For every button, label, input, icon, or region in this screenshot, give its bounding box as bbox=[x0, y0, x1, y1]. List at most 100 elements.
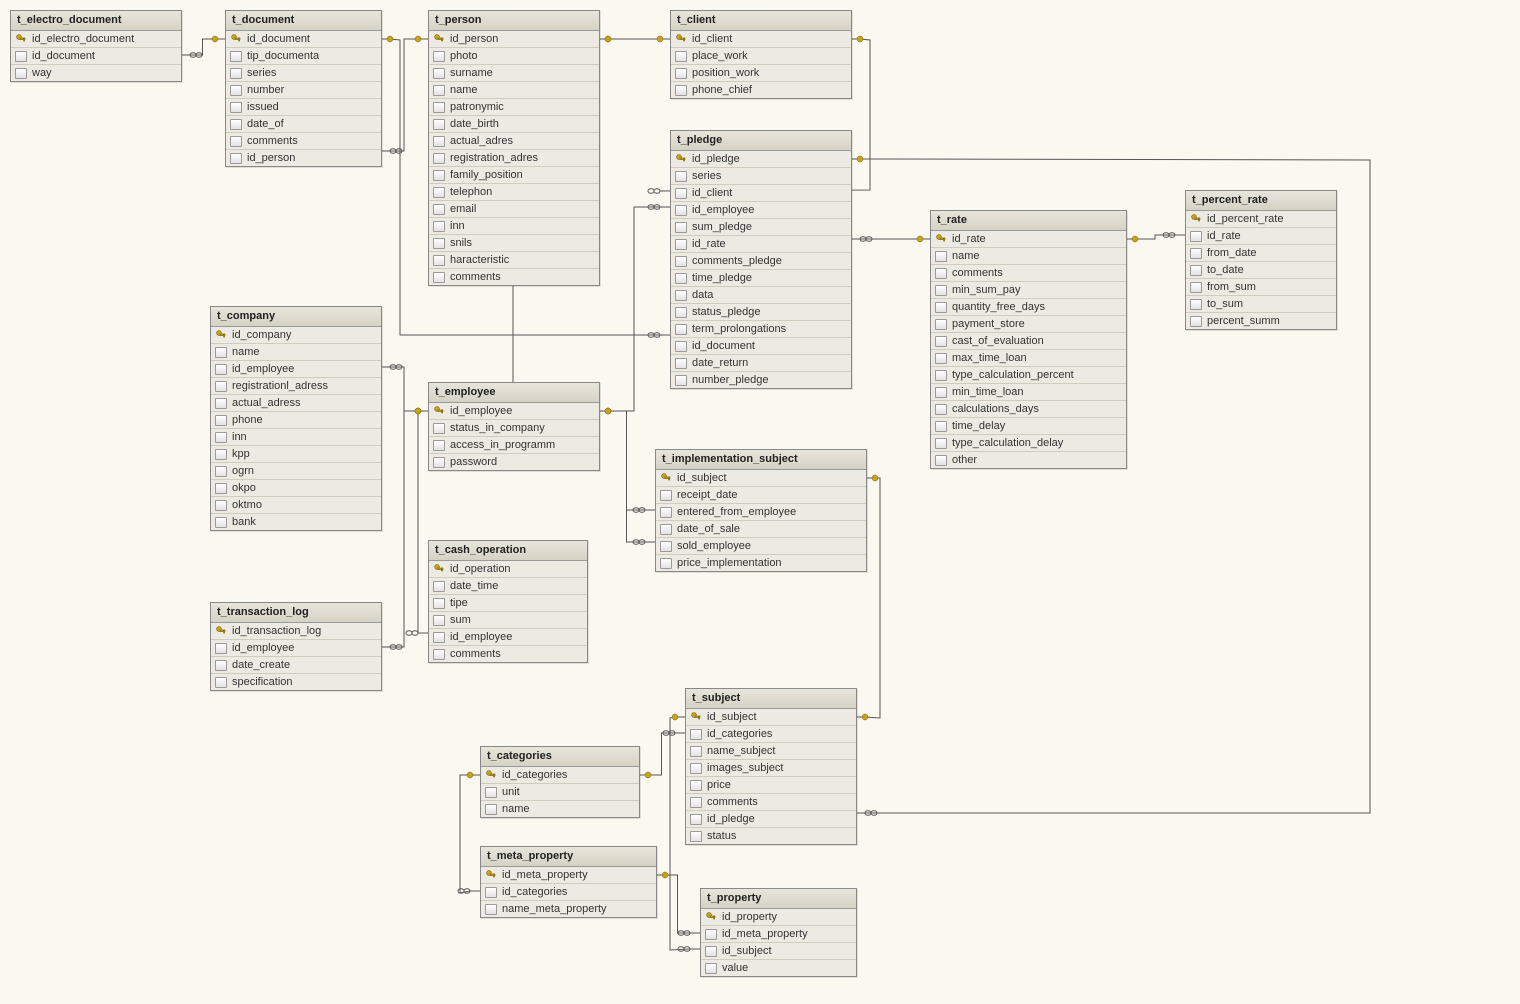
table-title[interactable]: t_subject bbox=[686, 689, 856, 709]
table-title[interactable]: t_categories bbox=[481, 747, 639, 767]
column-tip_documenta[interactable]: tip_documenta bbox=[226, 48, 381, 65]
column-bank[interactable]: bank bbox=[211, 514, 381, 530]
column-ogrn[interactable]: ogrn bbox=[211, 463, 381, 480]
column-time_pledge[interactable]: time_pledge bbox=[671, 270, 851, 287]
column-phone_chief[interactable]: phone_chief bbox=[671, 82, 851, 98]
column-id_client[interactable]: id_client bbox=[671, 185, 851, 202]
column-to_sum[interactable]: to_sum bbox=[1186, 296, 1336, 313]
column-id_rate[interactable]: id_rate bbox=[931, 231, 1126, 248]
column-id_pledge[interactable]: id_pledge bbox=[686, 811, 856, 828]
column-haracteristic[interactable]: haracteristic bbox=[429, 252, 599, 269]
table-t_property[interactable]: t_propertyid_propertyid_meta_propertyid_… bbox=[700, 888, 857, 977]
column-id_client[interactable]: id_client bbox=[671, 31, 851, 48]
table-t_pledge[interactable]: t_pledgeid_pledgeseriesid_clientid_emplo… bbox=[670, 130, 852, 389]
column-term_prolongations[interactable]: term_prolongations bbox=[671, 321, 851, 338]
column-id_operation[interactable]: id_operation bbox=[429, 561, 587, 578]
column-date_of[interactable]: date_of bbox=[226, 116, 381, 133]
column-images_subject[interactable]: images_subject bbox=[686, 760, 856, 777]
column-id_subject[interactable]: id_subject bbox=[656, 470, 866, 487]
table-title[interactable]: t_meta_property bbox=[481, 847, 656, 867]
column-id_document[interactable]: id_document bbox=[671, 338, 851, 355]
table-title[interactable]: t_pledge bbox=[671, 131, 851, 151]
column-inn[interactable]: inn bbox=[211, 429, 381, 446]
column-id_meta_property[interactable]: id_meta_property bbox=[701, 926, 856, 943]
table-t_meta_property[interactable]: t_meta_propertyid_meta_propertyid_catego… bbox=[480, 846, 657, 918]
column-comments[interactable]: comments bbox=[931, 265, 1126, 282]
column-telephon[interactable]: telephon bbox=[429, 184, 599, 201]
column-registrationl_adress[interactable]: registrationl_adress bbox=[211, 378, 381, 395]
column-id_document[interactable]: id_document bbox=[11, 48, 181, 65]
column-snils[interactable]: snils bbox=[429, 235, 599, 252]
column-surname[interactable]: surname bbox=[429, 65, 599, 82]
column-name_meta_property[interactable]: name_meta_property bbox=[481, 901, 656, 917]
column-oktmo[interactable]: oktmo bbox=[211, 497, 381, 514]
table-t_cash_operation[interactable]: t_cash_operationid_operationdate_timetip… bbox=[428, 540, 588, 663]
column-actual_adres[interactable]: actual_adres bbox=[429, 133, 599, 150]
table-t_company[interactable]: t_companyid_companynameid_employeeregist… bbox=[210, 306, 382, 531]
table-t_client[interactable]: t_clientid_clientplace_workposition_work… bbox=[670, 10, 852, 99]
column-okpo[interactable]: okpo bbox=[211, 480, 381, 497]
column-id_rate[interactable]: id_rate bbox=[1186, 228, 1336, 245]
column-id_percent_rate[interactable]: id_percent_rate bbox=[1186, 211, 1336, 228]
column-actual_adress[interactable]: actual_adress bbox=[211, 395, 381, 412]
table-title[interactable]: t_rate bbox=[931, 211, 1126, 231]
column-value[interactable]: value bbox=[701, 960, 856, 976]
column-id_categories[interactable]: id_categories bbox=[481, 884, 656, 901]
column-sold_employee[interactable]: sold_employee bbox=[656, 538, 866, 555]
column-to_date[interactable]: to_date bbox=[1186, 262, 1336, 279]
column-name_subject[interactable]: name_subject bbox=[686, 743, 856, 760]
column-unit[interactable]: unit bbox=[481, 784, 639, 801]
column-date_birth[interactable]: date_birth bbox=[429, 116, 599, 133]
column-type_calculation_delay[interactable]: type_calculation_delay bbox=[931, 435, 1126, 452]
column-comments[interactable]: comments bbox=[429, 269, 599, 285]
column-date_of_sale[interactable]: date_of_sale bbox=[656, 521, 866, 538]
column-password[interactable]: password bbox=[429, 454, 599, 470]
column-name[interactable]: name bbox=[211, 344, 381, 361]
table-title[interactable]: t_employee bbox=[429, 383, 599, 403]
column-min_time_loan[interactable]: min_time_loan bbox=[931, 384, 1126, 401]
column-id_subject[interactable]: id_subject bbox=[701, 943, 856, 960]
table-t_subject[interactable]: t_subjectid_subjectid_categoriesname_sub… bbox=[685, 688, 857, 845]
column-number_pledge[interactable]: number_pledge bbox=[671, 372, 851, 388]
table-t_employee[interactable]: t_employeeid_employeestatus_in_companyac… bbox=[428, 382, 600, 471]
column-type_calculation_percent[interactable]: type_calculation_percent bbox=[931, 367, 1126, 384]
column-percent_summ[interactable]: percent_summ bbox=[1186, 313, 1336, 329]
column-specification[interactable]: specification bbox=[211, 674, 381, 690]
column-id_employee[interactable]: id_employee bbox=[671, 202, 851, 219]
column-id_person[interactable]: id_person bbox=[429, 31, 599, 48]
column-calculations_days[interactable]: calculations_days bbox=[931, 401, 1126, 418]
column-sum_pledge[interactable]: sum_pledge bbox=[671, 219, 851, 236]
column-position_work[interactable]: position_work bbox=[671, 65, 851, 82]
column-price[interactable]: price bbox=[686, 777, 856, 794]
column-cast_of_evaluation[interactable]: cast_of_evaluation bbox=[931, 333, 1126, 350]
column-id_categories[interactable]: id_categories bbox=[686, 726, 856, 743]
column-name[interactable]: name bbox=[481, 801, 639, 817]
column-from_date[interactable]: from_date bbox=[1186, 245, 1336, 262]
column-tipe[interactable]: tipe bbox=[429, 595, 587, 612]
column-id_transaction_log[interactable]: id_transaction_log bbox=[211, 623, 381, 640]
table-t_percent_rate[interactable]: t_percent_rateid_percent_rateid_ratefrom… bbox=[1185, 190, 1337, 330]
column-date_create[interactable]: date_create bbox=[211, 657, 381, 674]
column-comments[interactable]: comments bbox=[686, 794, 856, 811]
table-t_transaction_log[interactable]: t_transaction_logid_transaction_logid_em… bbox=[210, 602, 382, 691]
table-title[interactable]: t_person bbox=[429, 11, 599, 31]
column-sum[interactable]: sum bbox=[429, 612, 587, 629]
column-status_in_company[interactable]: status_in_company bbox=[429, 420, 599, 437]
table-title[interactable]: t_document bbox=[226, 11, 381, 31]
table-t_implementation_subject[interactable]: t_implementation_subjectid_subjectreceip… bbox=[655, 449, 867, 572]
table-title[interactable]: t_property bbox=[701, 889, 856, 909]
column-kpp[interactable]: kpp bbox=[211, 446, 381, 463]
table-t_rate[interactable]: t_rateid_ratenamecommentsmin_sum_payquan… bbox=[930, 210, 1127, 469]
column-price_implementation[interactable]: price_implementation bbox=[656, 555, 866, 571]
table-t_document[interactable]: t_documentid_documenttip_documentaseries… bbox=[225, 10, 382, 167]
column-quantity_free_days[interactable]: quantity_free_days bbox=[931, 299, 1126, 316]
column-id_meta_property[interactable]: id_meta_property bbox=[481, 867, 656, 884]
column-registration_adres[interactable]: registration_adres bbox=[429, 150, 599, 167]
column-min_sum_pay[interactable]: min_sum_pay bbox=[931, 282, 1126, 299]
column-id_document[interactable]: id_document bbox=[226, 31, 381, 48]
column-place_work[interactable]: place_work bbox=[671, 48, 851, 65]
column-status[interactable]: status bbox=[686, 828, 856, 844]
column-issued[interactable]: issued bbox=[226, 99, 381, 116]
column-entered_from_employee[interactable]: entered_from_employee bbox=[656, 504, 866, 521]
table-t_person[interactable]: t_personid_personphotosurnamenamepatrony… bbox=[428, 10, 600, 286]
